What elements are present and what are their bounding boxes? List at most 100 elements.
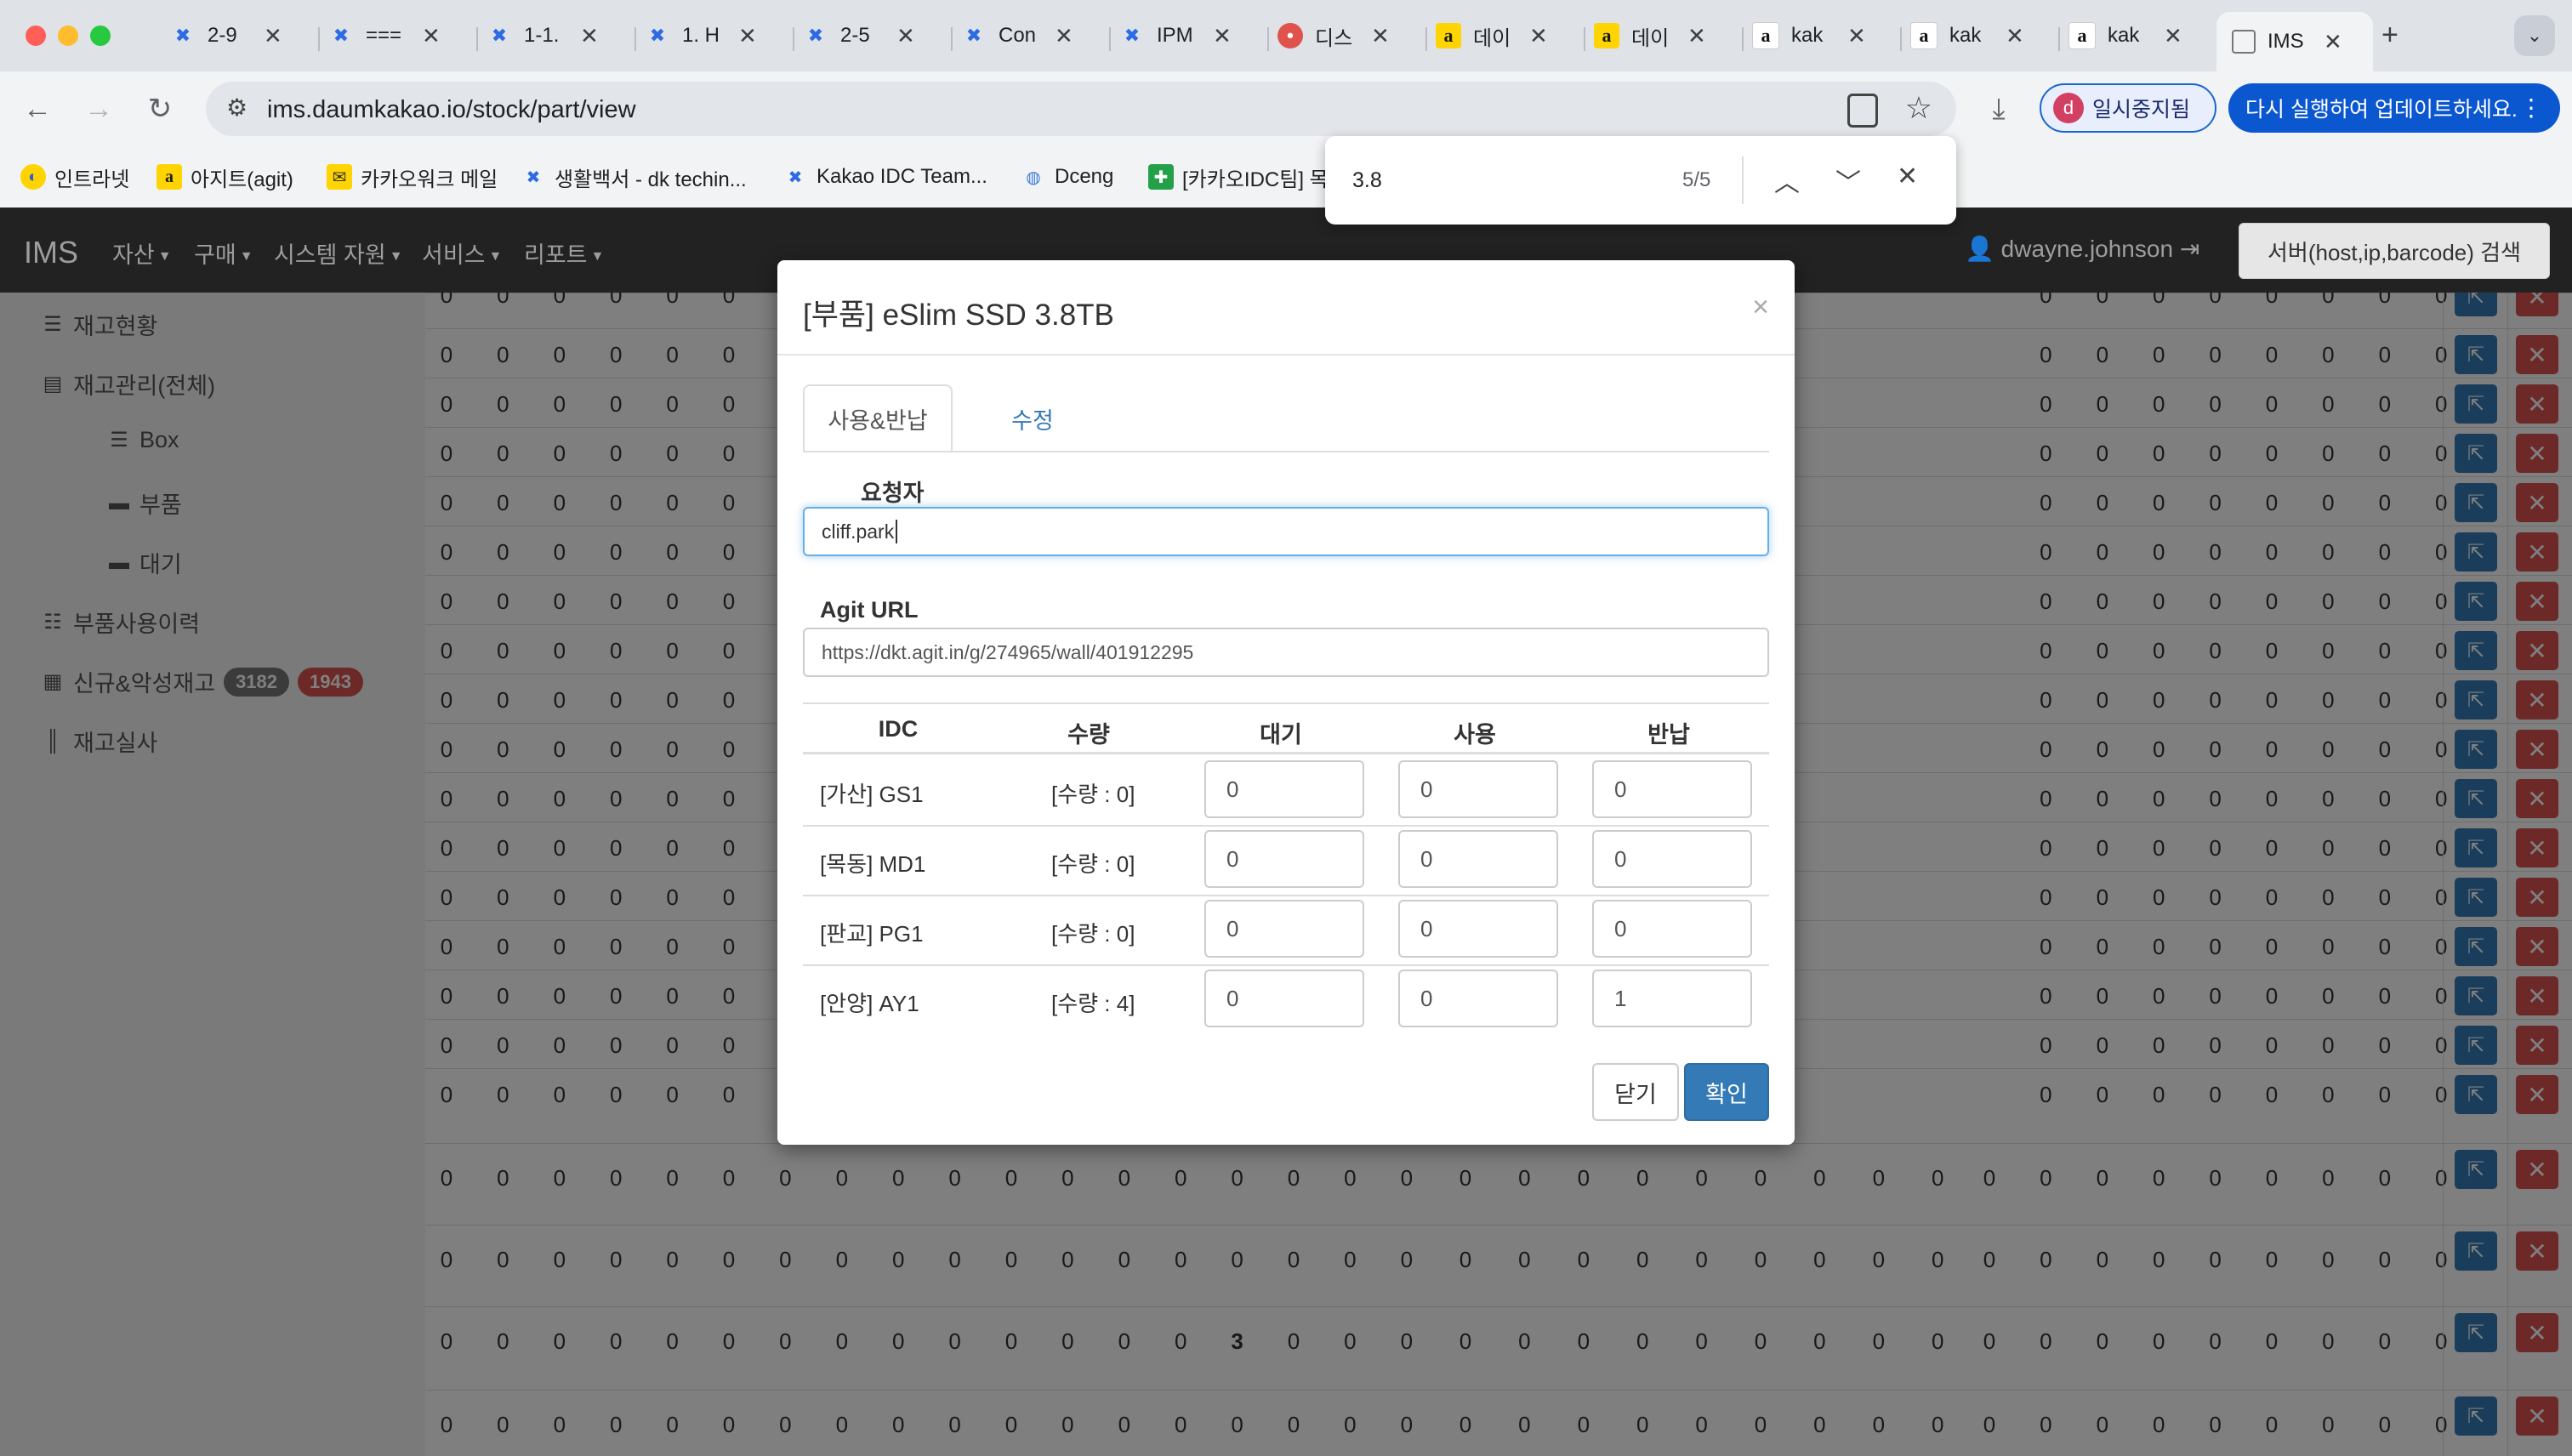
use-input[interactable]: 0 [1398, 830, 1558, 888]
wait-input[interactable]: 0 [1204, 830, 1364, 888]
bookmark-label: Dceng [1055, 165, 1114, 188]
requester-label: 요청자 [861, 481, 925, 506]
address-bar[interactable]: ⚙ ims.daumkakao.io/stock/part/view ☆ [206, 82, 1956, 136]
tab-close-icon[interactable]: ✕ [422, 23, 441, 49]
nav-menu-label: 구매 [194, 242, 236, 268]
wait-input[interactable]: 0 [1204, 760, 1364, 818]
download-icon[interactable]: ⤓ [1978, 88, 2019, 129]
new-tab-icon[interactable]: + [2381, 19, 2398, 52]
window-zoom-icon[interactable] [90, 26, 111, 46]
browser-tab[interactable]: ✖ Con ✕ [961, 12, 1073, 60]
nav-menu-purchase[interactable]: 구매 ▼ [194, 236, 253, 270]
logout-icon[interactable]: ⇥ [2180, 236, 2199, 262]
browser-tab[interactable]: ✖ 2-9 ✕ [170, 12, 282, 60]
bookmark-item[interactable]: a 아지트(agit) [156, 158, 293, 196]
nav-menu-service[interactable]: 서비스 ▼ [422, 236, 502, 270]
tab-close-icon[interactable]: ✕ [580, 23, 599, 49]
browser-tab[interactable]: ✖ 1. H ✕ [645, 12, 757, 60]
browser-tab[interactable]: ✖ === ✕ [328, 12, 441, 60]
confluence-icon: ✖ [649, 25, 666, 46]
intranet-icon: ◐ [20, 164, 46, 190]
back-icon[interactable]: ← [17, 88, 58, 129]
nav-menu-report[interactable]: 리포트 ▼ [524, 236, 604, 270]
use-value: 0 [1420, 776, 1433, 802]
address-url[interactable]: ims.daumkakao.io/stock/part/view [267, 96, 636, 124]
column-header: 수량 [1067, 722, 1110, 748]
kakao-a-icon: a [1752, 22, 1779, 49]
more-menu-icon[interactable]: ⋮ [2519, 94, 2543, 122]
browser-tab-active[interactable]: IMS ✕ [2216, 12, 2373, 71]
bookmark-item[interactable]: ✚ [카카오IDC팀] 목 [1148, 158, 1329, 196]
browser-tab[interactable]: a kak ✕ [1910, 12, 2024, 60]
tab-close-icon[interactable]: ✕ [1371, 23, 1390, 49]
tab-close-icon[interactable]: ✕ [1213, 23, 1232, 49]
browser-tab[interactable]: ✖ 1-1. ✕ [487, 12, 599, 60]
tab-close-icon[interactable]: ✕ [738, 23, 757, 49]
find-close-icon[interactable]: ✕ [1897, 162, 1918, 191]
site-settings-icon[interactable]: ⚙ [226, 94, 248, 122]
wait-input[interactable]: 0 [1204, 970, 1364, 1027]
tab-close-icon[interactable]: ✕ [1687, 23, 1706, 49]
browser-tab[interactable]: a kak ✕ [1752, 12, 1866, 60]
wait-input[interactable]: 0 [1204, 900, 1364, 958]
find-input[interactable]: 3.8 [1352, 168, 1382, 193]
agit-icon: a [1594, 23, 1619, 48]
tab-close-icon[interactable]: ✕ [1847, 23, 1866, 49]
window-close-icon[interactable] [26, 26, 46, 46]
tab-close-icon[interactable]: ✕ [264, 23, 282, 49]
server-search-button[interactable]: 서버(host,ip,barcode) 검색 [2239, 223, 2550, 279]
return-input[interactable]: 0 [1592, 760, 1752, 818]
find-count: 5/5 [1682, 168, 1711, 191]
forward-icon[interactable]: → [78, 88, 119, 129]
browser-tab-strip: ✖ 2-9 ✕ ✖ === ✕ ✖ 1-1. ✕ ✖ 1. H ✕ ✖ 2-5 ✕ ✖ Con ✕ ✖ I… [0, 0, 2572, 71]
profile-button[interactable]: d 일시중지됨 [2040, 83, 2216, 133]
lens-icon[interactable] [1847, 94, 1878, 128]
tab-close-icon[interactable]: ✕ [896, 23, 915, 49]
nav-menu-asset[interactable]: 자산 ▼ [112, 236, 172, 270]
user-menu[interactable]: 👤 dwayne.johnson ⇥ [1965, 235, 2199, 263]
bookmark-item[interactable]: ✖ 생활백서 - dk techin... [521, 158, 747, 196]
tab-close-icon[interactable]: ✕ [1055, 23, 1073, 49]
bookmark-item[interactable]: ✖ Kakao IDC Team... [782, 158, 987, 196]
bookmark-item[interactable]: ◐ 인트라넷 [20, 158, 129, 196]
tab-close-icon[interactable]: ✕ [1529, 23, 1548, 49]
requester-input[interactable]: cliff.park [803, 507, 1769, 556]
return-input[interactable]: 0 [1592, 830, 1752, 888]
tab-close-icon[interactable]: ✕ [2164, 23, 2182, 49]
browser-tab[interactable]: a kak ✕ [2068, 12, 2182, 60]
reload-icon[interactable]: ↻ [139, 88, 180, 129]
use-input[interactable]: 0 [1398, 760, 1558, 818]
return-input[interactable]: 0 [1592, 900, 1752, 958]
tab-close-icon[interactable]: ✕ [2324, 29, 2342, 55]
bookmark-label: 생활백서 - dk techin... [555, 168, 747, 191]
browser-tab[interactable]: a 데이 ✕ [1594, 12, 1706, 60]
bookmark-star-icon[interactable]: ☆ [1905, 90, 1932, 126]
find-next-icon[interactable]: ﹀ [1835, 162, 1861, 199]
use-input[interactable]: 0 [1398, 970, 1558, 1027]
close-button[interactable]: 닫기 [1592, 1063, 1679, 1121]
browser-tab[interactable]: a 데이 ✕ [1436, 12, 1548, 60]
window-minimize-icon[interactable] [58, 26, 78, 46]
return-input[interactable]: 1 [1592, 970, 1752, 1027]
browser-tab[interactable]: ✖ IPM ✕ [1119, 12, 1232, 60]
tab-close-icon[interactable]: ✕ [2006, 23, 2024, 49]
agit-url-label: Agit URL [820, 597, 919, 623]
brand-logo[interactable]: IMS [24, 235, 78, 270]
find-prev-icon[interactable]: ︿ [1774, 162, 1800, 199]
update-button[interactable]: 다시 실행하여 업데이트하세요. ⋮ [2228, 83, 2560, 133]
browser-tab[interactable]: ✖ 2-5 ✕ [803, 12, 915, 60]
nav-menu-system[interactable]: 시스템 자원 ▼ [274, 236, 403, 270]
bookmark-item[interactable]: ◍ Dceng [1021, 158, 1113, 196]
bookmark-item[interactable]: ✉ 카카오워크 메일 [327, 158, 498, 196]
agit-icon: a [156, 164, 182, 190]
agit-url-input[interactable]: https://dkt.agit.in/g/274965/wall/401912… [803, 628, 1769, 677]
tab-edit[interactable]: 수정 [982, 384, 1084, 452]
use-input[interactable]: 0 [1398, 900, 1558, 958]
nav-menu-label: 서비스 [422, 242, 486, 268]
close-icon[interactable]: × [1752, 291, 1769, 324]
tab-use-return[interactable]: 사용&반납 [803, 384, 953, 452]
column-header: 대기 [1260, 722, 1302, 748]
tab-search-chevron-icon[interactable]: ⌄ [2514, 15, 2555, 56]
browser-tab[interactable]: • 디스 ✕ [1277, 12, 1390, 60]
confirm-button[interactable]: 확인 [1684, 1063, 1769, 1121]
